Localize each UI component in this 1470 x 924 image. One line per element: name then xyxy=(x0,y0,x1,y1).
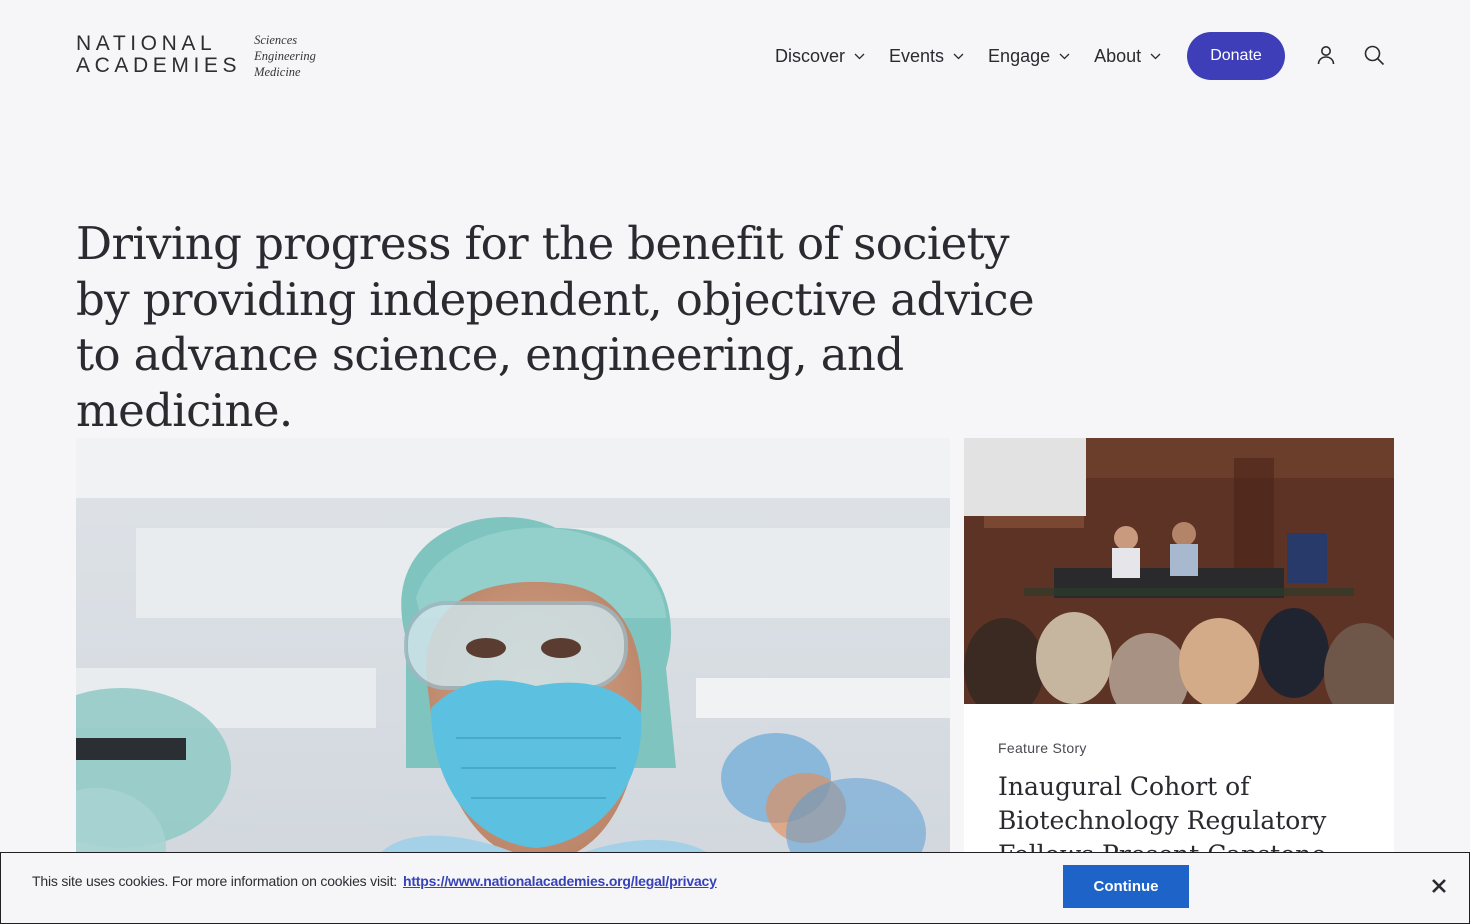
national-academies-logo[interactable]: NATIONAL ACADEMIES Sciences Engineering … xyxy=(76,33,316,80)
site-header: NATIONAL ACADEMIES Sciences Engineering … xyxy=(0,0,1470,110)
user-icon[interactable] xyxy=(1315,44,1337,66)
donate-button[interactable]: Donate xyxy=(1187,32,1285,80)
nav-item-events[interactable]: Events xyxy=(889,46,964,67)
chevron-down-icon xyxy=(1058,50,1070,62)
logo-line-2: ACADEMIES xyxy=(76,54,242,77)
nav-item-label: About xyxy=(1094,45,1142,66)
privacy-link[interactable]: https://www.nationalacademies.org/legal/… xyxy=(403,873,717,889)
feature-photo-panel-discussion xyxy=(964,438,1394,704)
close-icon[interactable] xyxy=(1429,876,1449,896)
feature-kicker: Feature Story xyxy=(998,740,1087,756)
nav-item-label: Events xyxy=(889,45,945,66)
cookie-text: This site uses cookies. For more informa… xyxy=(32,873,397,889)
logo-sub-medicine: Medicine xyxy=(254,65,301,79)
logo-line-1: NATIONAL xyxy=(76,32,217,55)
logo-subtitle: Sciences Engineering Medicine xyxy=(254,32,316,80)
chevron-down-icon xyxy=(1149,50,1161,62)
nav-item-label: Discover xyxy=(775,45,846,66)
nav-item-label: Engage xyxy=(988,45,1051,66)
hero-photo-medical-worker[interactable] xyxy=(76,438,950,923)
logo-sub-sciences: Sciences xyxy=(254,33,298,47)
logo-sub-engineering: Engineering xyxy=(254,49,316,63)
nav-item-engage[interactable]: Engage xyxy=(988,46,1070,67)
logo-wordmark: NATIONAL ACADEMIES xyxy=(76,33,241,76)
nav-item-about[interactable]: About xyxy=(1094,46,1161,67)
search-icon[interactable] xyxy=(1363,44,1385,66)
nav-item-discover[interactable]: Discover xyxy=(775,46,865,67)
chevron-down-icon xyxy=(952,50,964,62)
chevron-down-icon xyxy=(853,50,865,62)
hero-title: Driving progress for the benefit of soci… xyxy=(76,217,1035,437)
main-nav: Discover Events Engage About xyxy=(775,32,1185,80)
cookie-banner: This site uses cookies. For more informa… xyxy=(0,852,1470,924)
cookie-message: This site uses cookies. For more informa… xyxy=(32,873,717,889)
continue-button[interactable]: Continue xyxy=(1063,865,1189,908)
